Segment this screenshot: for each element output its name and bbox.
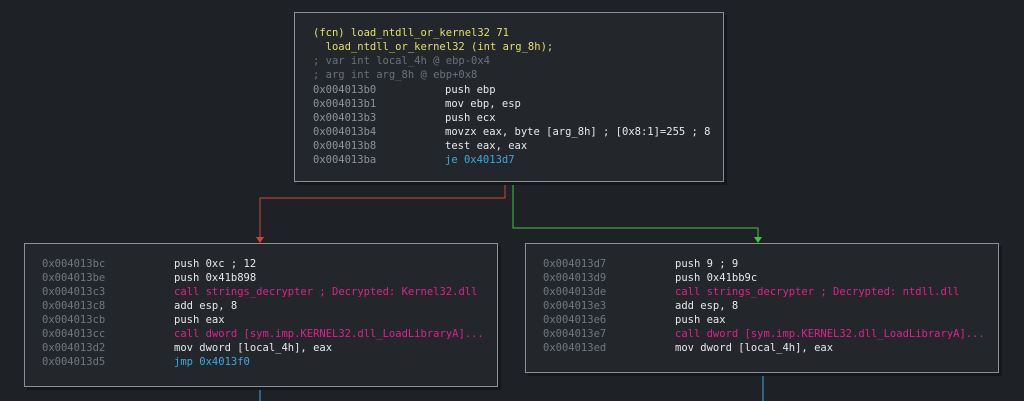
instruction-text[interactable]: movzx eax, byte [arg_8h] ; [0x8:1]=255 ;… — [445, 126, 711, 139]
edge-false-branch[interactable] — [259, 182, 506, 238]
instruction-text[interactable]: push eax — [174, 314, 225, 327]
instruction-address[interactable]: 0x004013d2 — [42, 342, 105, 355]
instruction-address[interactable]: 0x004013be — [42, 272, 105, 285]
instruction-address[interactable]: 0x004013d5 — [42, 356, 105, 369]
instruction-address[interactable]: 0x004013ba — [313, 154, 376, 167]
instruction-address[interactable]: 0x004013b0 — [313, 84, 376, 97]
var-comment: ; var int local_4h @ ebp-0x4 — [313, 55, 491, 67]
jump-instruction[interactable]: je 0x4013d7 — [445, 154, 515, 167]
instruction-text[interactable]: push eax — [675, 314, 726, 327]
instruction-address[interactable]: 0x004013d9 — [543, 272, 606, 285]
call-instruction[interactable]: call strings_decrypter ; Decrypted: ntdl… — [675, 286, 959, 299]
graph-node-false-branch[interactable]: 0x004013bc push 0xc ; 12 0x004013be push… — [24, 243, 498, 387]
instruction-address[interactable]: 0x004013cc — [42, 328, 105, 341]
instruction-address[interactable]: 0x004013b1 — [313, 98, 376, 111]
graph-node-entry[interactable]: (fcn) load_ntdll_or_kernel32 71 load_ntd… — [294, 12, 724, 182]
graph-node-true-branch[interactable]: 0x004013d7 push 9 ; 9 0x004013d9 push 0x… — [525, 243, 999, 373]
instruction-address[interactable]: 0x004013e3 — [543, 300, 606, 313]
instruction-text[interactable]: push 9 ; 9 — [675, 258, 738, 271]
instruction-text[interactable]: push ebp — [445, 84, 496, 97]
instruction-text[interactable]: mov ebp, esp — [445, 98, 521, 111]
instruction-text[interactable]: test eax, eax — [445, 140, 527, 153]
instruction-text[interactable]: mov dword [local_4h], eax — [675, 342, 833, 355]
instruction-address[interactable]: 0x004013bc — [42, 258, 105, 271]
instruction-text[interactable]: add esp, 8 — [675, 300, 738, 313]
call-instruction[interactable]: call dword [sym.imp.KERNEL32.dll_LoadLib… — [675, 328, 985, 341]
call-instruction[interactable]: call strings_decrypter ; Decrypted: Kern… — [174, 286, 477, 299]
instruction-address[interactable]: 0x004013e7 — [543, 328, 606, 341]
instruction-address[interactable]: 0x004013de — [543, 286, 606, 299]
instruction-address[interactable]: 0x004013b3 — [313, 112, 376, 125]
instruction-address[interactable]: 0x004013d7 — [543, 258, 606, 271]
instruction-text[interactable]: push 0x41b898 — [174, 272, 256, 285]
instruction-text[interactable]: add esp, 8 — [174, 300, 237, 313]
instruction-address[interactable]: 0x004013e6 — [543, 314, 606, 327]
arg-comment: ; arg int arg_8h @ ebp+0x8 — [313, 69, 478, 81]
instruction-address[interactable]: 0x004013cb — [42, 314, 105, 327]
call-instruction[interactable]: call dword [sym.imp.KERNEL32.dll_LoadLib… — [174, 328, 484, 341]
instruction-text[interactable]: push 0x41bb9c — [675, 272, 757, 285]
instruction-text[interactable]: push ecx — [445, 112, 496, 125]
jump-instruction[interactable]: jmp 0x4013f0 — [174, 356, 250, 369]
instruction-address[interactable]: 0x004013ed — [543, 342, 606, 355]
instruction-address[interactable]: 0x004013b8 — [313, 140, 376, 153]
function-header: (fcn) load_ntdll_or_kernel32 71 — [313, 27, 509, 39]
instruction-text[interactable]: mov dword [local_4h], eax — [174, 342, 332, 355]
edge-true-branch[interactable] — [512, 182, 759, 238]
instruction-address[interactable]: 0x004013c3 — [42, 286, 105, 299]
instruction-address[interactable]: 0x004013b4 — [313, 126, 376, 139]
instruction-address[interactable]: 0x004013c8 — [42, 300, 105, 313]
instruction-text[interactable]: push 0xc ; 12 — [174, 258, 256, 271]
function-signature: load_ntdll_or_kernel32 (int arg_8h); — [313, 41, 554, 53]
